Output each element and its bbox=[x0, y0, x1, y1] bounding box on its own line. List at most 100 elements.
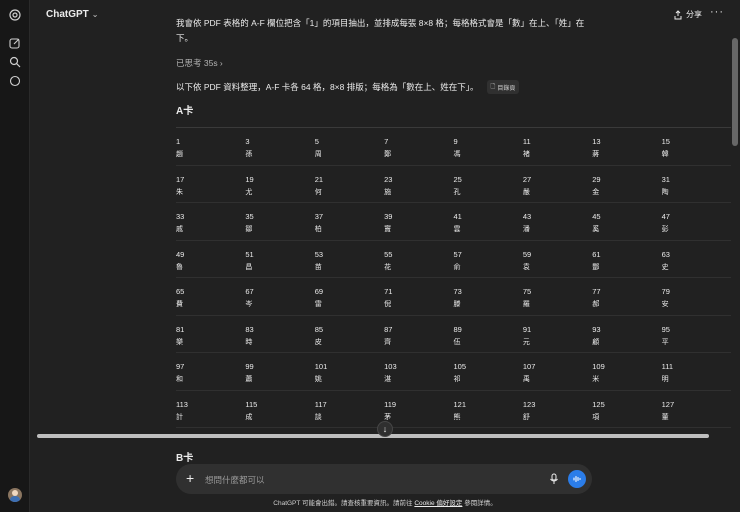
table-horizontal-scrollbar[interactable] bbox=[37, 434, 709, 438]
cell-surname: 鄒 bbox=[245, 226, 253, 233]
cell-surname: 孫 bbox=[245, 151, 253, 158]
table-cell: 103 湛 bbox=[384, 353, 453, 390]
cell-number: 111 bbox=[661, 362, 674, 371]
cell-surname: 陶 bbox=[661, 188, 669, 196]
cell-surname: 齊 bbox=[384, 338, 392, 346]
cell-surname: 雲 bbox=[453, 226, 461, 233]
table-cell: 111 明 bbox=[662, 353, 731, 390]
cell-number: 75 bbox=[522, 287, 532, 296]
assistant-intro-text: 我會依 PDF 表格的 A-F 欄位把含「1」的項目抽出，並排成每張 8×8 格… bbox=[176, 18, 585, 43]
chevron-down-icon: ⌄ bbox=[91, 10, 99, 19]
table-cell: 49 魯 bbox=[176, 241, 245, 278]
cell-surname: 奚 bbox=[592, 226, 600, 233]
cell-surname: 倪 bbox=[384, 301, 392, 308]
table-cell: 65 費 bbox=[176, 278, 245, 315]
table-cell: 87 齊 bbox=[384, 316, 453, 353]
table-cell: 7鄭 bbox=[384, 128, 453, 165]
table-cell: 33 戚 bbox=[176, 203, 245, 240]
table-cell: 31 陶 bbox=[662, 166, 731, 203]
cell-surname: 茅 bbox=[384, 413, 392, 421]
cell-surname: 蔣 bbox=[592, 151, 600, 158]
cell-surname: 柏 bbox=[314, 226, 322, 233]
cell-number: 107 bbox=[522, 362, 536, 371]
cell-number: 117 bbox=[314, 399, 327, 409]
cell-number: 51 bbox=[245, 249, 254, 259]
table-cell: 25 孔 bbox=[454, 166, 523, 203]
cell-number: 89 bbox=[453, 324, 462, 334]
more-options-button[interactable]: ··· bbox=[710, 6, 724, 18]
cell-surname: 彭 bbox=[661, 226, 669, 233]
cell-surname: 俞 bbox=[453, 263, 461, 271]
table-cell: 47 彭 bbox=[662, 203, 731, 240]
cell-number: 23 bbox=[384, 174, 393, 184]
disclaimer-text: ChatGPT 可能會出錯。請查核重要資訊。請前往 bbox=[273, 500, 413, 507]
chat-bubble-icon[interactable] bbox=[8, 74, 22, 88]
cell-surname: 和 bbox=[176, 376, 183, 383]
cell-surname: 朱 bbox=[176, 188, 183, 196]
cell-surname: 計 bbox=[176, 413, 183, 421]
cell-surname: 花 bbox=[384, 263, 392, 271]
table-cell: 121 熊 bbox=[454, 391, 523, 428]
cell-number: 29 bbox=[592, 174, 601, 184]
cell-number: 101 bbox=[314, 362, 328, 371]
model-selector[interactable]: ChatGPT ⌄ bbox=[46, 9, 98, 20]
cell-number: 63 bbox=[661, 249, 670, 259]
cell-surname: 竇 bbox=[384, 226, 392, 233]
table-cell: 117 談 bbox=[315, 391, 384, 428]
table-cell: 109 米 bbox=[592, 353, 661, 390]
share-label: 分享 bbox=[686, 10, 702, 19]
cell-surname: 元 bbox=[522, 338, 530, 346]
cell-number: 81 bbox=[176, 324, 185, 334]
cell-number: 35 bbox=[245, 212, 254, 221]
table-cell: 77 郝 bbox=[592, 278, 661, 315]
search-icon[interactable] bbox=[8, 55, 22, 69]
new-chat-icon[interactable] bbox=[8, 36, 22, 50]
cell-surname: 熊 bbox=[453, 413, 461, 421]
message-input[interactable]: 想問什麼都可以 bbox=[205, 474, 265, 486]
page-vertical-scrollbar[interactable] bbox=[732, 38, 738, 146]
table-cell: 97 和 bbox=[176, 353, 245, 390]
voice-mode-button[interactable] bbox=[568, 470, 586, 488]
thinking-toggle[interactable]: 已思考 35s › bbox=[176, 57, 223, 69]
cell-number: 41 bbox=[453, 212, 462, 221]
share-button[interactable]: 分享 bbox=[673, 9, 702, 20]
table-cell: 37 柏 bbox=[315, 203, 384, 240]
table-cell: 61 酆 bbox=[592, 241, 661, 278]
cell-surname: 時 bbox=[245, 338, 253, 346]
cell-surname: 金 bbox=[592, 188, 600, 196]
cookie-preferences-link[interactable]: Cookie 偏好設定 bbox=[414, 500, 462, 507]
cell-surname: 安 bbox=[661, 301, 669, 308]
cell-surname: 鄭 bbox=[384, 151, 392, 158]
cell-number: 83 bbox=[245, 324, 254, 334]
cell-surname: 袁 bbox=[522, 263, 530, 271]
table-cell: 123 舒 bbox=[523, 391, 592, 428]
table-cell: 113 計 bbox=[176, 391, 245, 428]
table-cell: 9馮 bbox=[454, 128, 523, 165]
table-cell: 67 岑 bbox=[245, 278, 314, 315]
openai-logo-icon[interactable] bbox=[8, 8, 22, 22]
source-chip[interactable]: 🗋 目錄頁 bbox=[486, 80, 520, 94]
table-cell: 69 雷 bbox=[315, 278, 384, 315]
table-cell: 93 顧 bbox=[592, 316, 661, 353]
card-b-heading: B卡 bbox=[176, 453, 194, 464]
document-icon: 🗋 bbox=[490, 84, 496, 90]
table-cell: 85 皮 bbox=[315, 316, 384, 353]
model-title: ChatGPT bbox=[46, 9, 89, 20]
table-cell: 13 蔣 bbox=[592, 128, 661, 165]
cell-number: 55 bbox=[384, 249, 393, 259]
cell-number: 61 bbox=[592, 249, 601, 259]
microphone-icon bbox=[550, 473, 558, 484]
table-cell: 19 尤 bbox=[245, 166, 314, 203]
scroll-down-button[interactable]: ↓ bbox=[377, 421, 393, 437]
table-cell: 115 成 bbox=[245, 391, 314, 428]
cell-number: 5 bbox=[314, 137, 319, 146]
dictate-button[interactable] bbox=[548, 472, 560, 486]
cell-number: 121 bbox=[453, 399, 467, 409]
cell-number: 85 bbox=[314, 324, 324, 334]
cell-number: 49 bbox=[176, 249, 185, 259]
cell-surname: 皮 bbox=[314, 338, 322, 346]
card-a-heading: A卡 bbox=[176, 106, 194, 117]
add-attachment-button[interactable]: + bbox=[186, 470, 194, 486]
cell-surname: 伍 bbox=[453, 338, 461, 346]
share-icon bbox=[674, 9, 682, 19]
